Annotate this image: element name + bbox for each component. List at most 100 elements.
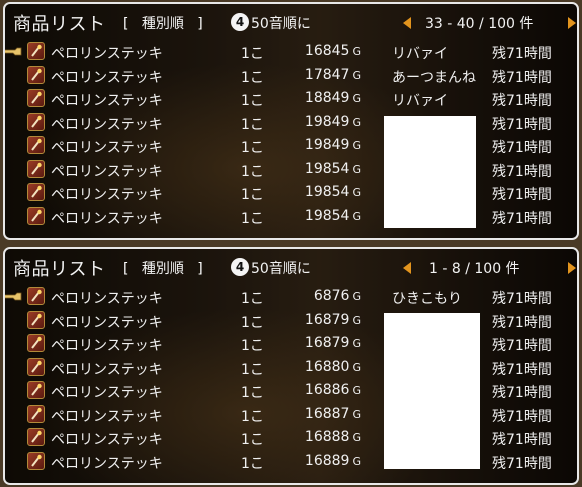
wand-icon xyxy=(27,65,45,84)
list-item[interactable]: ペロリンステッキ 1こ 16879 G 残71時間 xyxy=(5,332,577,356)
time-remaining: 残71時間 xyxy=(492,385,552,401)
list-item[interactable]: ペロリンステッキ 1こ 16888 G 残71時間 xyxy=(5,426,577,450)
item-quantity: 1こ xyxy=(241,455,264,472)
item-quantity: 1こ xyxy=(241,432,264,448)
item-quantity: 1こ xyxy=(241,140,264,156)
item-price: 19854 G xyxy=(304,184,361,200)
seller-name: ひきこもり xyxy=(392,291,462,307)
item-name: ペロリンステッキ xyxy=(51,314,163,331)
wand-icon xyxy=(27,206,45,225)
item-price: 16879 G xyxy=(304,311,361,328)
list-item[interactable]: ペロリンステッキ 1こ 19854 G 残71時間 xyxy=(5,181,577,205)
wand-icon xyxy=(27,287,45,305)
arrow-left-icon[interactable] xyxy=(403,262,411,274)
item-price: 19854 G xyxy=(304,160,361,177)
button-4-badge-icon: 4 xyxy=(231,258,249,276)
item-name: ペロリンステッキ xyxy=(51,432,163,448)
item-price: 17847 G xyxy=(304,66,361,83)
item-price: 19849 G xyxy=(304,137,361,153)
list-item[interactable]: ペロリンステッキ 1こ 19849 G 残71時間 xyxy=(5,134,577,158)
item-quantity: 1こ xyxy=(241,408,264,425)
list-item[interactable]: ペロリンステッキ 1こ 16879 G 残71時間 xyxy=(5,309,577,333)
item-price: 16880 G xyxy=(304,358,361,375)
time-remaining: 残71時間 xyxy=(492,361,552,378)
item-price: 6876 G xyxy=(313,288,361,304)
sort-type-button[interactable]: [ 種別順 ] xyxy=(123,13,203,33)
item-price: 16889 G xyxy=(304,452,361,469)
list-item[interactable]: ペロリンステッキ 1こ 19854 G 残71時間 xyxy=(5,205,577,229)
list-item[interactable]: ペロリンステッキ 1こ 16886 G 残71時間 xyxy=(5,379,577,403)
redaction-box xyxy=(384,313,480,469)
arrow-right-icon[interactable] xyxy=(568,17,576,29)
wand-icon xyxy=(27,89,45,107)
sort-order-button[interactable]: 50音順に xyxy=(251,13,311,33)
item-price: 18849 G xyxy=(304,90,361,106)
wand-icon xyxy=(27,334,45,352)
wand-icon xyxy=(27,451,45,470)
item-name: ペロリンステッキ xyxy=(51,46,163,62)
item-name: ペロリンステッキ xyxy=(51,408,163,425)
button-4-badge-icon: 4 xyxy=(231,13,249,31)
list-item[interactable]: ペロリンステッキ 1こ 17847 G あーつまんね 残71時間 xyxy=(5,64,577,88)
item-quantity: 1こ xyxy=(241,210,264,227)
item-name: ペロリンステッキ xyxy=(51,69,163,86)
time-remaining: 残71時間 xyxy=(492,187,552,203)
wand-icon xyxy=(27,404,45,423)
seller-name: リバァイ xyxy=(392,46,448,62)
panel-title: 商品リスト xyxy=(13,259,106,280)
item-quantity: 1こ xyxy=(241,46,264,62)
item-name: ペロリンステッキ xyxy=(51,163,163,180)
item-name: ペロリンステッキ xyxy=(51,338,163,354)
wand-icon xyxy=(27,42,45,60)
list-item[interactable]: ペロリンステッキ 1こ 19849 G 残71時間 xyxy=(5,111,577,135)
time-remaining: 残71時間 xyxy=(492,314,552,331)
list-item[interactable]: ペロリンステッキ 1こ 19854 G 残71時間 xyxy=(5,158,577,182)
time-remaining: 残71時間 xyxy=(492,93,552,109)
list-item[interactable]: ペロリンステッキ 1こ 16887 G 残71時間 xyxy=(5,403,577,427)
arrow-left-icon[interactable] xyxy=(403,17,411,29)
page-indicator: 1 - 8 / 100 件 xyxy=(429,261,520,277)
wand-icon xyxy=(27,428,45,446)
item-name: ペロリンステッキ xyxy=(51,455,163,472)
wand-icon xyxy=(27,357,45,376)
sort-type-label: 種別順 xyxy=(141,261,184,277)
list-item[interactable]: ペロリンステッキ 1こ 16845 G リバァイ 残71時間 xyxy=(5,40,577,64)
list-item[interactable]: ペロリンステッキ 1こ 16880 G 残71時間 xyxy=(5,356,577,380)
item-name: ペロリンステッキ xyxy=(51,210,163,227)
time-remaining: 残71時間 xyxy=(492,455,552,472)
list-item[interactable]: ペロリンステッキ 1こ 16889 G 残71時間 xyxy=(5,450,577,474)
item-price: 16879 G xyxy=(304,335,361,351)
item-price: 19849 G xyxy=(304,113,361,130)
item-name: ペロリンステッキ xyxy=(51,361,163,378)
item-quantity: 1こ xyxy=(241,93,264,109)
item-name: ペロリンステッキ xyxy=(51,187,163,203)
item-quantity: 1こ xyxy=(241,69,264,86)
wand-icon xyxy=(27,381,45,399)
item-list: ペロリンステッキ 1こ 16845 G リバァイ 残71時間 ペロリンステッキ 1… xyxy=(5,40,577,228)
arrow-right-icon[interactable] xyxy=(568,262,576,274)
item-price: 16845 G xyxy=(304,43,361,59)
time-remaining: 残71時間 xyxy=(492,46,552,62)
item-price: 16888 G xyxy=(304,429,361,445)
redaction-box xyxy=(384,116,476,228)
item-name: ペロリンステッキ xyxy=(51,291,163,307)
pointer-hand-icon xyxy=(5,292,22,301)
wand-icon xyxy=(27,112,45,131)
time-remaining: 残71時間 xyxy=(492,210,552,227)
item-quantity: 1こ xyxy=(241,291,264,307)
item-quantity: 1こ xyxy=(241,187,264,203)
time-remaining: 残71時間 xyxy=(492,116,552,133)
sort-order-button[interactable]: 50音順に xyxy=(251,258,311,278)
time-remaining: 残71時間 xyxy=(492,163,552,180)
wand-icon xyxy=(27,159,45,178)
list-item[interactable]: ペロリンステッキ 1こ 6876 G ひきこもり 残71時間 xyxy=(5,285,577,309)
pointer-hand-icon xyxy=(5,47,22,56)
sort-type-button[interactable]: [ 種別順 ] xyxy=(123,258,203,278)
panel-title: 商品リスト xyxy=(13,14,106,35)
wand-icon xyxy=(27,136,45,154)
item-list: ペロリンステッキ 1こ 6876 G ひきこもり 残71時間 ペロリンステッキ 1… xyxy=(5,285,577,473)
item-quantity: 1こ xyxy=(241,385,264,401)
time-remaining: 残71時間 xyxy=(492,338,552,354)
list-item[interactable]: ペロリンステッキ 1こ 18849 G リバァイ 残71時間 xyxy=(5,87,577,111)
time-remaining: 残71時間 xyxy=(492,408,552,425)
